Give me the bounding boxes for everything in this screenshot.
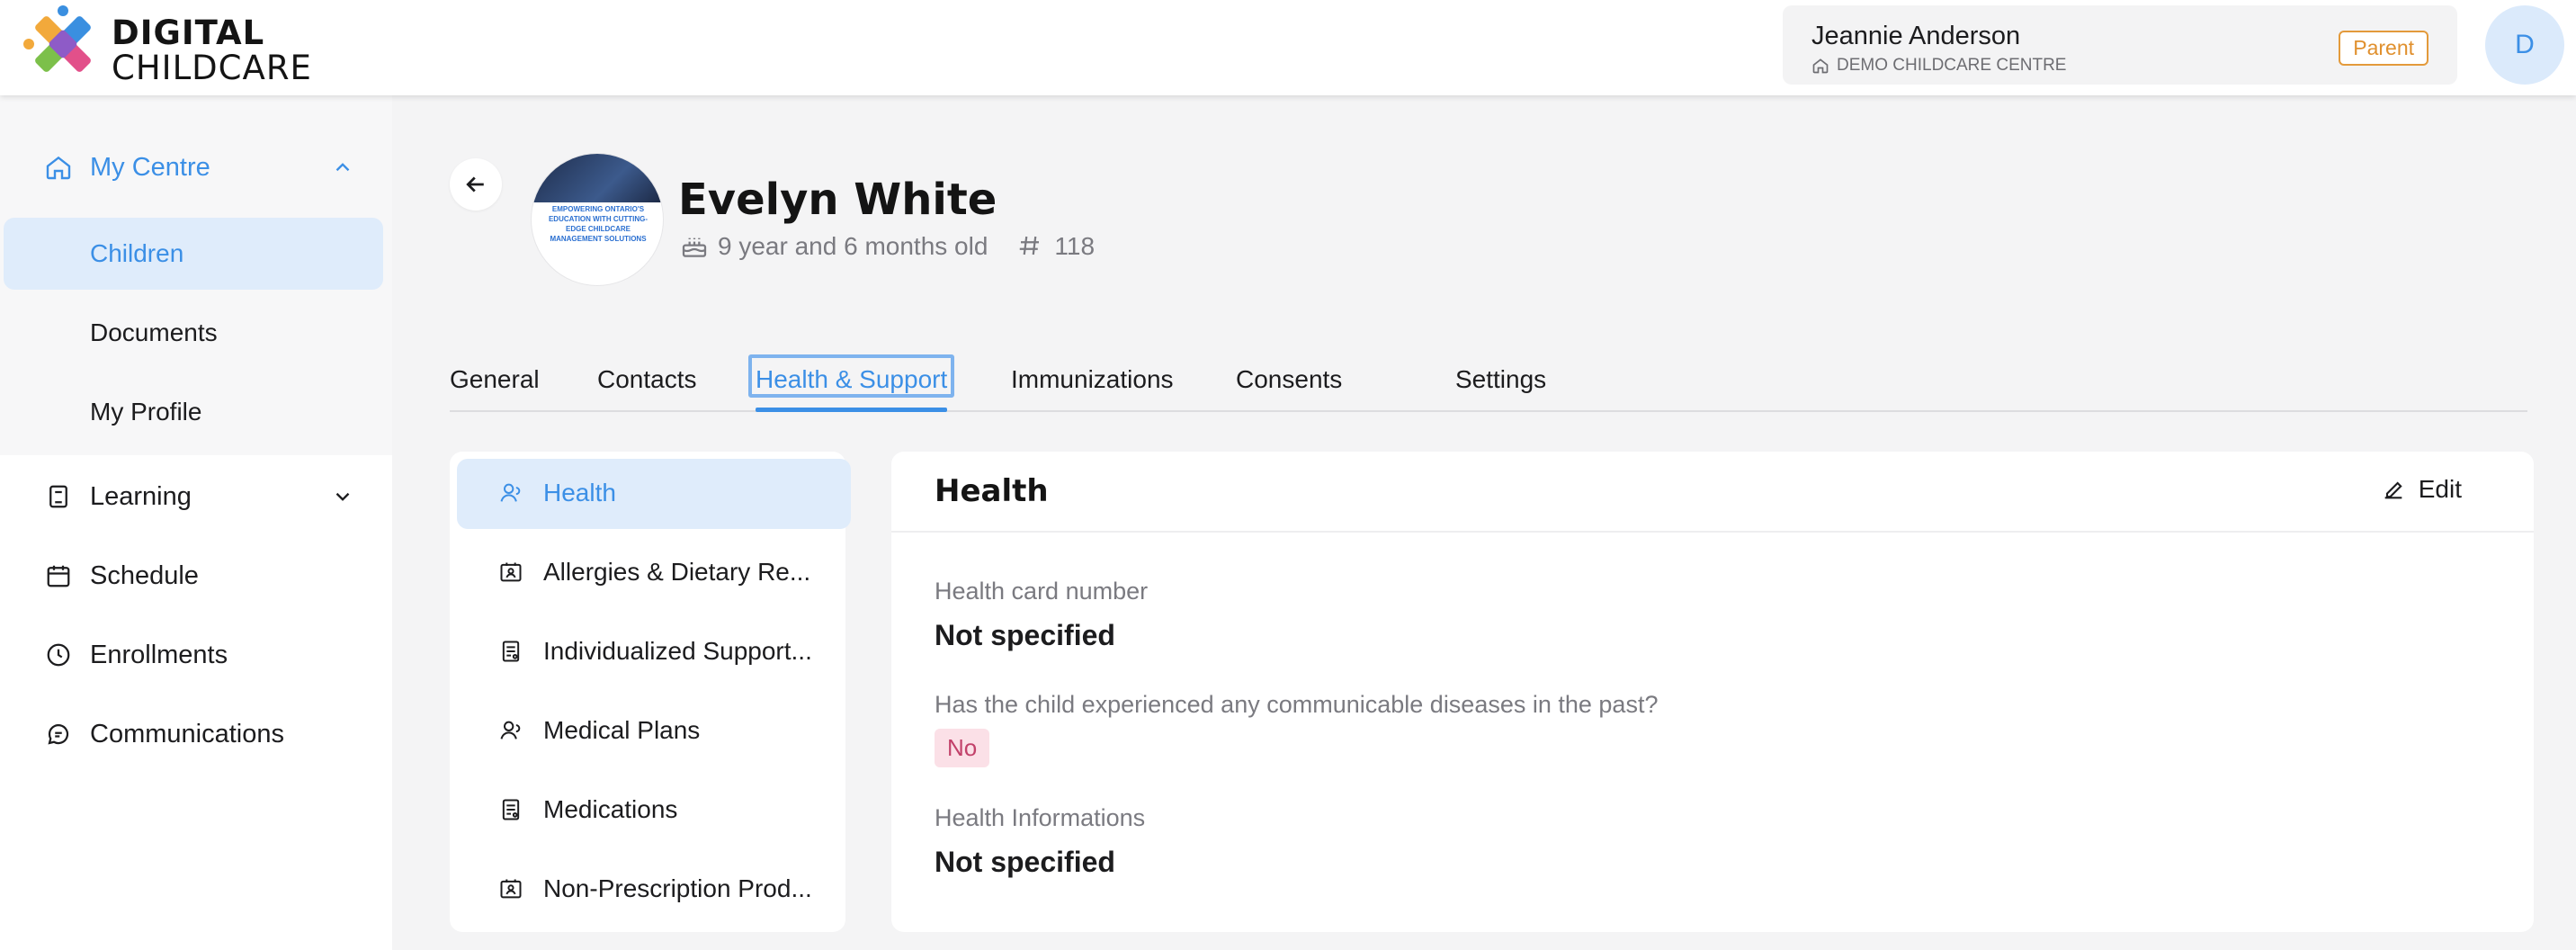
subnav-item-individualized-support[interactable]: Individualized Support... [457, 617, 851, 687]
health-subnav: Health Allergies & Dietary Re... Individ… [450, 452, 851, 932]
tab-contacts[interactable]: Contacts [597, 356, 697, 410]
main-content: EMPOWERING ONTARIO'S EDUCATION WITH CUTT… [392, 95, 2576, 950]
sidebar-item-label: Communications [90, 719, 284, 748]
sidebar-subitem-label: My Profile [90, 398, 202, 426]
person-icon [498, 480, 525, 507]
pencil-icon [2381, 477, 2406, 502]
home-icon [43, 152, 74, 183]
health-card: Health Edit Health card number Not speci… [891, 452, 2534, 932]
active-tab-underline [756, 408, 948, 412]
puzzle-logo-icon[interactable] [18, 4, 108, 85]
child-age: 9 year and 6 months old [718, 232, 988, 260]
sidebar-item-schedule[interactable]: Schedule [0, 540, 392, 612]
id-card-icon [498, 560, 525, 587]
focus-ring [748, 354, 955, 398]
sidebar-item-label: Learning [90, 481, 192, 511]
sidebar-subitem-label: Documents [90, 318, 218, 346]
chat-icon [43, 719, 74, 749]
calendar-icon [43, 560, 74, 591]
sidebar-item-communications[interactable]: Communications [0, 698, 392, 770]
subnav-item-non-prescription[interactable]: Non-Prescription Prod... [457, 855, 851, 925]
tab-immunizations[interactable]: Immunizations [1011, 356, 1174, 410]
sidebar-item-label: Schedule [90, 560, 199, 590]
back-button[interactable] [450, 158, 502, 211]
subnav-label: Allergies & Dietary Re... [543, 558, 811, 586]
top-header: DIGITAL CHILDCARE Jeannie Anderson DEMO … [0, 0, 2576, 95]
field-value-health-informations: Not specified [935, 846, 1115, 878]
subnav-item-medical-plans[interactable]: Medical Plans [457, 696, 851, 766]
card-header: Health Edit [891, 452, 2534, 533]
tab-health-support[interactable]: Health & Support [748, 354, 955, 412]
subnav-item-health[interactable]: Health [457, 459, 851, 529]
user-card[interactable]: Jeannie Anderson DEMO CHILDCARE CENTRE P… [1783, 5, 2457, 85]
status-badge: No [935, 729, 990, 767]
photo-caption: EMPOWERING ONTARIO'S EDUCATION WITH CUTT… [548, 205, 648, 243]
cake-icon [680, 232, 709, 261]
sidebar-item-enrollments[interactable]: Enrollments [0, 619, 392, 691]
chevron-up-icon[interactable] [331, 156, 354, 179]
card-title: Health [935, 473, 1049, 509]
sidebar-subitem-documents[interactable]: Documents [0, 297, 392, 369]
brand-line-2: CHILDCARE [112, 49, 312, 87]
tab-general[interactable]: General [450, 356, 540, 410]
sidebar-item-label: My Centre [90, 152, 210, 182]
field-label-health-card: Health card number [935, 578, 1149, 605]
tab-settings[interactable]: Settings [1455, 356, 1546, 410]
chevron-down-icon[interactable] [331, 485, 354, 508]
subnav-label: Medical Plans [543, 716, 701, 744]
tab-consents[interactable]: Consents [1236, 356, 1342, 410]
document-icon [498, 797, 525, 824]
sidebar: My Centre Children Documents My Profile … [0, 95, 392, 950]
subnav-item-allergies[interactable]: Allergies & Dietary Re... [457, 538, 851, 608]
sidebar-item-learning[interactable]: Learning [0, 461, 392, 533]
subnav-item-medications[interactable]: Medications [457, 775, 851, 846]
field-label-health-informations: Health Informations [935, 804, 1146, 831]
document-icon [498, 639, 525, 666]
photo-banner [532, 154, 663, 202]
edit-button[interactable]: Edit [2381, 475, 2462, 504]
brand-line-1: DIGITAL [112, 13, 265, 52]
id-card-icon [498, 876, 525, 903]
home-icon [1811, 57, 1829, 75]
child-id: 118 [1054, 232, 1096, 260]
subnav-label: Health [543, 479, 616, 506]
person-icon [498, 718, 525, 745]
subnav-label: Non-Prescription Prod... [543, 874, 812, 902]
user-name: Jeannie Anderson [1811, 22, 2021, 50]
field-label-communicable-diseases: Has the child experienced any communicab… [935, 691, 1659, 718]
sidebar-subitem-children[interactable]: Children [4, 218, 383, 290]
avatar[interactable]: D [2485, 5, 2564, 85]
subnav-label: Medications [543, 795, 678, 823]
centre-name: DEMO CHILDCARE CENTRE [1837, 56, 2067, 75]
sidebar-subitem-label: Children [90, 239, 184, 267]
child-name: Evelyn White [678, 175, 997, 225]
enrollment-icon [43, 640, 74, 670]
subnav-label: Individualized Support... [543, 637, 812, 665]
field-value-health-card: Not specified [935, 619, 1115, 651]
user-centre: DEMO CHILDCARE CENTRE [1811, 56, 2066, 76]
sidebar-item-my-centre[interactable]: My Centre [0, 131, 392, 203]
sidebar-subitem-my-profile[interactable]: My Profile [0, 376, 392, 448]
brand-name[interactable]: DIGITAL CHILDCARE [112, 16, 312, 85]
child-photo: EMPOWERING ONTARIO'S EDUCATION WITH CUTT… [531, 153, 664, 286]
role-badge: Parent [2339, 31, 2428, 66]
arrow-left-icon [462, 171, 489, 198]
sidebar-item-label: Enrollments [90, 640, 228, 669]
child-meta: 9 year and 6 months old 118 [680, 232, 1095, 261]
hash-icon [1016, 232, 1045, 261]
edit-label: Edit [2418, 475, 2462, 503]
book-icon [43, 481, 74, 512]
tab-bar: General Contacts Health & Support Immuni… [450, 354, 2527, 412]
